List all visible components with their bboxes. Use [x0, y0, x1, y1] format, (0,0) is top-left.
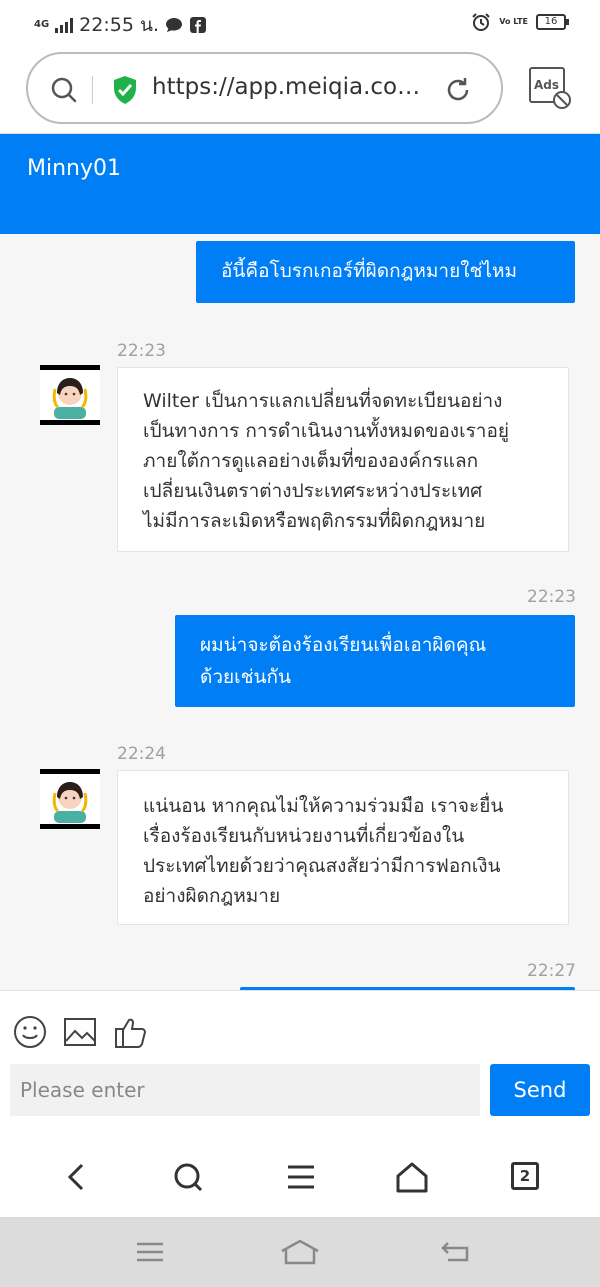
back-icon[interactable] — [58, 1159, 94, 1195]
ads-block-button[interactable]: Ads — [528, 66, 574, 112]
message-line: เปลี่ยนเงินตราต่างประเทศระหว่างประเทศ — [143, 480, 483, 502]
status-bar: 4G 22:55 น. Vo LTE 16 — [0, 0, 600, 44]
browser-navbar: 2 — [0, 1135, 600, 1217]
image-icon[interactable] — [63, 1015, 97, 1049]
battery-icon: 16 — [536, 14, 569, 30]
tabs-icon[interactable]: 2 — [511, 1162, 539, 1190]
network-type: 4G — [34, 19, 50, 30]
message-line: เรื่องร้องเรียนกับหน่วยงานที่เกี่ยวข้องใ… — [143, 825, 465, 847]
search-icon[interactable] — [50, 76, 78, 104]
incoming-message: แน่นอน หากคุณไม่ให้ความร่วมมือ เราจะยื่น… — [117, 770, 569, 925]
composer: Send — [0, 990, 600, 1135]
message-line: อย่างผิดกฎหมาย — [143, 885, 281, 907]
home-icon[interactable] — [280, 1237, 320, 1267]
agent-avatar-icon — [52, 782, 88, 823]
message-line: เป็นทางการ การดำเนินงานทั้งหมดของเราอยู่ — [143, 420, 510, 442]
chat-header: Minny01 — [0, 134, 600, 234]
agent-name: Minny01 — [27, 156, 121, 181]
message-line: ไม่มีการละเมิดหรือพฤติกรรมที่ผิดกฎหมาย — [143, 510, 486, 532]
send-button[interactable]: Send — [490, 1064, 590, 1116]
emoji-icon[interactable] — [13, 1015, 47, 1049]
back-icon[interactable] — [440, 1237, 472, 1267]
message-line: ภายใต้การดูแลอย่างเต็มที่ขององค์กรแลก — [143, 450, 479, 472]
alarm-icon — [472, 13, 490, 31]
home-icon[interactable] — [394, 1159, 430, 1195]
system-navbar — [0, 1217, 600, 1287]
message-list[interactable]: อันี้คือโบรกเกอร์ที่ผิดกฎหมายใช่ไหม 22:2… — [0, 234, 600, 990]
agent-avatar-icon — [52, 378, 88, 419]
url-text[interactable]: https://app.meiqia.com/... — [152, 74, 442, 100]
address-divider — [92, 76, 93, 104]
address-bar[interactable]: https://app.meiqia.com/... — [26, 52, 503, 124]
shield-check-icon[interactable] — [112, 75, 138, 105]
clock: 22:55 น. — [79, 14, 159, 36]
message-line: ผมน่าจะต้องร้องเรียนเพื่อเอาผิดคุณ — [200, 634, 487, 656]
menu-icon[interactable] — [283, 1159, 319, 1195]
recents-icon[interactable] — [135, 1237, 165, 1267]
message-line: ประเทศไทยด้วยว่าคุณสงสัยว่ามีการฟอกเงิน — [143, 855, 501, 877]
status-left: 4G 22:55 น. — [34, 10, 207, 40]
message-time: 22:23 — [117, 341, 166, 361]
message-line: ด้วยเช่นกัน — [200, 666, 292, 688]
outgoing-message: ผมน่าจะต้องร้องเรียนเพื่อเอาผิดคุณ ด้วยเ… — [175, 615, 575, 707]
message-text: อันี้คือโบรกเกอร์ที่ผิดกฎหมายใช่ไหม — [221, 260, 517, 282]
status-right: Vo LTE 16 — [471, 12, 569, 32]
volte-indicator: Vo LTE — [499, 17, 528, 26]
message-icon — [166, 18, 182, 32]
avatar — [40, 769, 100, 829]
search-icon[interactable] — [170, 1159, 206, 1195]
facebook-icon — [190, 17, 206, 33]
message-time: 22:24 — [117, 744, 166, 764]
browser-toolbar: https://app.meiqia.com/... Ads — [0, 44, 600, 134]
message-time: 22:27 — [527, 961, 576, 981]
incoming-message: Wilter เป็นการแลกเปลี่ยนที่จดทะเบียนอย่า… — [117, 367, 569, 552]
signal-icon — [55, 17, 74, 33]
ads-label: Ads — [534, 78, 560, 92]
thumbs-up-icon[interactable] — [113, 1015, 147, 1049]
outgoing-message: อันี้คือโบรกเกอร์ที่ผิดกฎหมายใช่ไหม — [196, 241, 575, 303]
message-input[interactable] — [10, 1064, 480, 1116]
reload-icon[interactable] — [444, 76, 472, 104]
avatar — [40, 365, 100, 425]
message-line: Wilter เป็นการแลกเปลี่ยนที่จดทะเบียนอย่า… — [143, 390, 503, 412]
message-line: แน่นอน หากคุณไม่ให้ความร่วมมือ เราจะยื่น — [143, 795, 504, 817]
message-time: 22:23 — [527, 587, 576, 607]
